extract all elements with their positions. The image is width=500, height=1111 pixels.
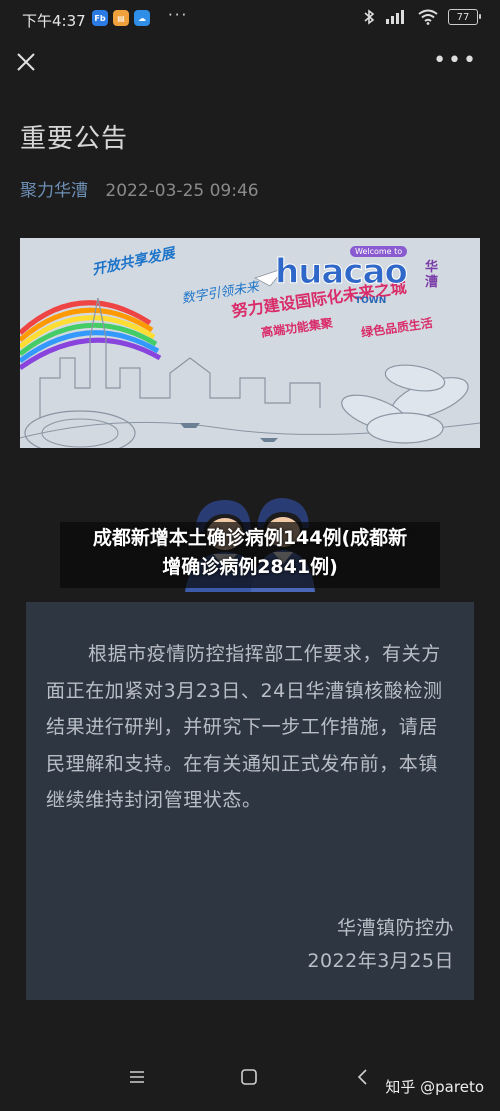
status-right-group: 77 — [362, 9, 481, 25]
page-title: 重要公告 — [20, 124, 129, 154]
back-chevron-icon[interactable] — [354, 1068, 372, 1086]
battery-level: 77 — [456, 11, 470, 23]
more-icon[interactable]: ••• — [433, 50, 478, 72]
banner-image: 开放共享发展 数字引领未来 努力建设国际化未来之城 高端功能集聚 绿色品质生活 … — [20, 238, 480, 448]
article-meta: 聚力华漕 2022-03-25 09:46 — [20, 176, 259, 201]
close-icon[interactable] — [14, 50, 38, 74]
huacao-logo: huacao — [275, 252, 409, 293]
headline-overlay: 成都新增本土确诊病例144例(成都新 增确诊病例2841例) — [60, 524, 440, 582]
status-more-dots: ··· — [168, 6, 189, 24]
note-app-icon: ▤ — [113, 10, 129, 26]
menu-icon[interactable] — [128, 1068, 146, 1086]
signal-icon — [386, 10, 404, 24]
fb-app-icon: Fb — [92, 10, 108, 26]
status-bar: 下午4:37 Fb ▤ ☁ ··· 77 — [0, 0, 500, 38]
notice-body: 根据市疫情防控指挥部工作要求，有关方面正在加紧对3月23日、24日华漕镇核酸检测… — [46, 636, 456, 819]
battery-icon: 77 — [448, 9, 481, 25]
notice-signature: 华漕镇防控办 — [336, 917, 454, 939]
banner-illustration — [20, 238, 480, 448]
notice-card: 根据市疫情防控指挥部工作要求，有关方面正在加紧对3月23日、24日华漕镇核酸检测… — [26, 602, 474, 1000]
notice-line: 态。 — [222, 789, 262, 811]
wifi-icon — [418, 9, 438, 25]
home-square-icon[interactable] — [240, 1068, 258, 1086]
notice-line: 根据市疫情防控指挥部工作要求，有 — [88, 643, 402, 665]
bluetooth-icon — [364, 9, 375, 25]
author-link[interactable]: 聚力华漕 — [20, 181, 88, 201]
publish-date: 2022-03-25 09:46 — [105, 181, 259, 201]
huacao-logo-word: huacao — [275, 252, 409, 293]
status-app-icons: Fb ▤ ☁ — [92, 10, 150, 26]
logo-town-text: TOWN — [355, 296, 387, 306]
status-time: 下午4:37 — [22, 12, 86, 30]
cloud-app-icon: ☁ — [134, 10, 150, 26]
notice-date: 2022年3月25日 — [307, 950, 454, 972]
headline-line-2: 增确诊病例2841例) — [162, 556, 338, 578]
logo-cn-text: 华漕 — [425, 260, 439, 290]
notice-signature-block: 华漕镇防控办 2022年3月25日 — [307, 912, 454, 978]
watermark: 知乎 @pareto — [385, 1078, 484, 1096]
headline-line-1: 成都新增本土确诊病例144例(成都新 — [92, 527, 408, 549]
